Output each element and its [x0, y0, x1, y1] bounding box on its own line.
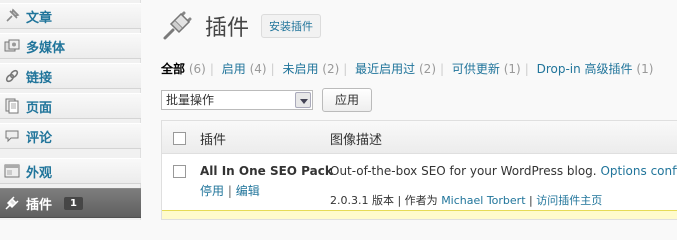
- row-checkbox[interactable]: [173, 165, 186, 178]
- edit-link[interactable]: 编辑: [236, 184, 260, 198]
- sidebar-item-appearance[interactable]: 外观: [0, 158, 141, 184]
- media-icon: [4, 39, 20, 52]
- sidebar-item-label: 链接: [26, 70, 53, 86]
- select-all-checkbox[interactable]: [173, 132, 186, 145]
- column-header-description: 图像描述: [330, 133, 383, 148]
- filter-dropins[interactable]: Drop-in 高级插件 (1): [537, 62, 654, 76]
- page-icon: [5, 98, 19, 114]
- sidebar-item-links[interactable]: 链接: [0, 63, 141, 89]
- sidebar-item-comments[interactable]: 评论: [0, 123, 141, 149]
- page-title: 插件: [205, 16, 250, 41]
- table-row: All In One SEO Pack 停用 | 编辑 Out-of-the-b…: [162, 154, 677, 210]
- plugin-icon: [163, 11, 192, 40]
- plugin-icon: [5, 196, 19, 210]
- sidebar-item-pages[interactable]: 页面: [0, 93, 141, 119]
- options-link[interactable]: Options configurat: [600, 164, 677, 178]
- filter-active[interactable]: 启用 (4): [222, 62, 267, 76]
- table-header: 插件 图像描述: [162, 121, 677, 154]
- author-link[interactable]: Michael Torbert: [441, 194, 525, 207]
- install-plugins-button[interactable]: 安装插件: [261, 14, 321, 38]
- admin-sidebar: 文章 多媒体 链接 页面 评论 外观 插件 1: [0, 0, 141, 220]
- plugin-name: All In One SEO Pack: [200, 164, 333, 178]
- apply-button[interactable]: 应用: [322, 88, 373, 112]
- filter-all[interactable]: 全部 (6): [161, 62, 206, 76]
- plugin-description: Out-of-the-box SEO for your WordPress bl…: [330, 164, 677, 178]
- filter-recently-active[interactable]: 最近启用过 (2): [355, 62, 436, 76]
- sidebar-item-posts[interactable]: 文章: [0, 3, 141, 29]
- appearance-icon: [4, 164, 20, 178]
- plugins-table: 插件 图像描述 All In One SEO Pack 停用 | 编辑 Out-…: [161, 120, 677, 220]
- chevron-down-icon[interactable]: [295, 92, 311, 108]
- main-content: 插件 安装插件 全部 (6) | 启用 (4) | 未启用 (2) | 最近启用过 (…: [145, 0, 677, 220]
- plugin-status-filters: 全部 (6) | 启用 (4) | 未启用 (2) | 最近启用过 (2) | 可供更新…: [161, 62, 654, 76]
- sidebar-item-label: 多媒体: [26, 40, 66, 56]
- filter-inactive[interactable]: 未启用 (2): [282, 62, 339, 76]
- comment-icon: [5, 130, 19, 143]
- sidebar-item-label: 页面: [26, 100, 53, 116]
- column-header-plugin: 插件: [200, 133, 227, 148]
- row-actions: 停用 | 编辑: [200, 184, 260, 198]
- sidebar-item-label: 插件: [26, 197, 53, 213]
- sidebar-item-label: 文章: [26, 10, 53, 26]
- sidebar-item-label: 外观: [26, 165, 53, 181]
- sidebar-item-label: 评论: [26, 130, 53, 146]
- bulk-actions-select[interactable]: 批量操作: [161, 90, 313, 110]
- filter-upgrade[interactable]: 可供更新 (1): [452, 62, 521, 76]
- plugin-meta: 2.0.3.1 版本 | 作者为 Michael Torbert | 访问插件主…: [330, 194, 603, 207]
- update-count-badge: 1: [64, 196, 83, 210]
- pin-icon: [6, 8, 20, 22]
- plugin-homepage-link[interactable]: 访问插件主页: [536, 194, 602, 207]
- link-icon: [5, 69, 19, 83]
- sidebar-item-media[interactable]: 多媒体: [0, 33, 141, 59]
- update-notice-row: [162, 210, 677, 219]
- sidebar-item-plugins[interactable]: 插件 1: [0, 188, 141, 218]
- deactivate-link[interactable]: 停用: [200, 184, 224, 198]
- bulk-actions-value: 批量操作: [166, 93, 215, 107]
